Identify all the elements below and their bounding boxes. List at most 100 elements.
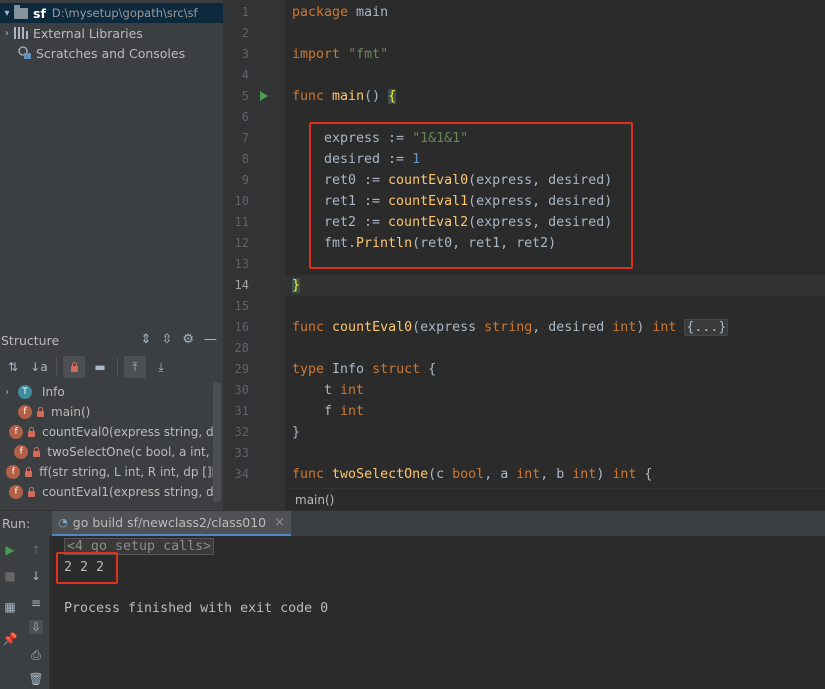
autoscroll-from-source-icon[interactable]: ⤓ <box>150 356 172 378</box>
function-icon: f <box>9 485 24 499</box>
go-file-icon: ◔ <box>58 515 68 529</box>
structure-title: Structure <box>1 332 60 348</box>
folded-code[interactable]: {...} <box>684 319 729 336</box>
function-icon: f <box>9 425 24 439</box>
structure-item[interactable]: f countEval0(express string, de <box>0 422 221 442</box>
show-folder-icon[interactable]: ▬ <box>89 356 111 378</box>
rerun-icon[interactable]: ▶ <box>3 543 17 557</box>
expand-all-icon[interactable]: ⇕ <box>141 332 152 347</box>
gear-icon[interactable]: ⚙ <box>182 332 194 347</box>
lock-icon <box>36 407 45 417</box>
close-icon[interactable]: × <box>274 515 285 530</box>
print-icon[interactable]: ⎙ <box>29 648 43 662</box>
external-libraries-row[interactable]: › External Libraries <box>0 23 143 43</box>
function-icon: f <box>14 445 29 459</box>
lock-icon <box>27 427 36 437</box>
line-number: 30 <box>234 383 249 397</box>
structure-item[interactable]: f countEval1(express string, de <box>0 482 221 502</box>
code-line: func countEval0(express string, desired … <box>292 319 729 336</box>
run-gutter-icon[interactable] <box>260 91 268 101</box>
soft-wrap-icon[interactable]: ≡ <box>29 596 43 610</box>
line-number: 31 <box>234 404 249 418</box>
console-output[interactable]: <4 go setup calls> 2 2 2 Process finishe… <box>50 536 825 689</box>
trash-icon[interactable]: 🗑 <box>28 672 43 686</box>
function-icon: f <box>18 405 32 419</box>
line-number: 9 <box>241 173 249 187</box>
collapse-all-icon[interactable]: ⇳ <box>161 332 172 347</box>
current-line-highlight <box>285 275 825 296</box>
scratches-icon <box>18 46 32 60</box>
chevron-down-icon[interactable]: ▾ <box>0 8 14 19</box>
structure-toolbar: ⇅ ↓a ▬ ⤒ ⤓ <box>0 354 223 380</box>
minimize-icon[interactable]: — <box>204 332 217 347</box>
code-line: package main <box>292 5 389 20</box>
breadcrumb-item[interactable]: main() <box>295 493 334 507</box>
lock-icon <box>24 467 33 477</box>
sort-alpha-icon[interactable]: ↓a <box>28 356 50 378</box>
structure-item-label: Info <box>42 385 65 399</box>
code-line: } <box>292 425 301 440</box>
line-number: 28 <box>234 341 249 355</box>
line-number: 1 <box>241 5 249 19</box>
arrow-up-icon[interactable]: ↑ <box>29 543 43 557</box>
project-root-row[interactable]: ▾ sf D:\mysetup\gopath\src\sf <box>0 3 223 23</box>
scratches-label: Scratches and Consoles <box>36 45 186 61</box>
project-root-name: sf <box>33 5 46 21</box>
code-line: import "fmt" <box>292 47 389 62</box>
pin-icon[interactable]: 📌 <box>3 632 18 646</box>
line-number: 14 <box>234 278 249 292</box>
run-tab[interactable]: ◔ go build sf/newclass2/class010 × <box>52 510 292 537</box>
line-number: 11 <box>234 215 249 229</box>
layout-icon[interactable]: ▦ <box>3 600 17 614</box>
code-line: func main() { <box>292 89 397 104</box>
chevron-right-icon[interactable]: › <box>0 387 14 398</box>
line-number: 15 <box>234 299 249 313</box>
autoscroll-to-source-icon[interactable]: ⤒ <box>124 356 146 378</box>
project-root-path: D:\mysetup\gopath\src\sf <box>51 6 198 20</box>
structure-item[interactable]: › T Info <box>0 382 221 402</box>
code-line: func twoSelectOne(c bool, a int, b int) … <box>292 467 653 482</box>
scratches-row[interactable]: Scratches and Consoles <box>0 43 185 63</box>
code-line: f int <box>324 404 365 419</box>
breadcrumb[interactable]: main() <box>285 488 825 510</box>
line-number: 34 <box>234 467 249 481</box>
library-icon <box>14 27 28 39</box>
breadcrumb-gutter <box>223 488 285 510</box>
stop-icon[interactable]: ■ <box>3 569 17 583</box>
editor-gutter: 1 2 3 4 5 6 7 8 9 10 11 12 13 14 15 16 2… <box>223 0 285 488</box>
sort-visibility-icon[interactable]: ⇅ <box>2 356 24 378</box>
line-number: 5 <box>241 89 249 103</box>
arrow-down-icon[interactable]: ↓ <box>29 569 43 583</box>
show-private-icon[interactable] <box>63 356 85 378</box>
structure-item[interactable]: f twoSelectOne(c bool, a int, b <box>0 442 221 462</box>
structure-item[interactable]: f ff(str string, L int, R int, dp [][] <box>0 462 221 482</box>
run-side-toolbar-secondary: ↑ ↓ ≡ ⇩ ⎙ 🗑 <box>22 536 50 689</box>
code-editor[interactable]: package main import "fmt" func main() { … <box>285 0 825 488</box>
line-number: 6 <box>241 110 249 124</box>
line-number: 16 <box>234 320 249 334</box>
line-number: 29 <box>234 362 249 376</box>
structure-item-label: main() <box>51 405 91 419</box>
structure-item[interactable]: f main() <box>0 402 221 422</box>
line-number: 8 <box>241 152 249 166</box>
lock-icon <box>32 447 41 457</box>
run-side-toolbar: ▶ ■ ▦ 📌 <box>0 536 22 689</box>
line-number: 3 <box>241 47 249 61</box>
project-tree: ▾ sf D:\mysetup\gopath\src\sf › External… <box>0 0 223 66</box>
structure-item-label: ff(str string, L int, R int, dp [][] <box>39 465 221 479</box>
run-tab-label: go build sf/newclass2/class010 <box>72 514 267 530</box>
line-number: 32 <box>234 425 249 439</box>
scroll-to-end-icon[interactable]: ⇩ <box>29 620 43 634</box>
structure-scrollbar[interactable] <box>213 382 221 502</box>
annotation-box <box>309 122 633 269</box>
chevron-right-icon[interactable]: › <box>0 28 14 39</box>
line-number: 12 <box>234 236 249 250</box>
lock-icon <box>27 487 36 497</box>
console-finish-line: Process finished with exit code 0 <box>64 601 329 616</box>
code-line: type Info struct { <box>292 362 437 377</box>
line-number: 33 <box>234 446 249 460</box>
code-line: } <box>292 278 301 293</box>
structure-item-label: countEval0(express string, de <box>42 425 221 439</box>
left-panel: ▾ sf D:\mysetup\gopath\src\sf › External… <box>0 0 223 510</box>
structure-item-label: countEval1(express string, de <box>42 485 221 499</box>
